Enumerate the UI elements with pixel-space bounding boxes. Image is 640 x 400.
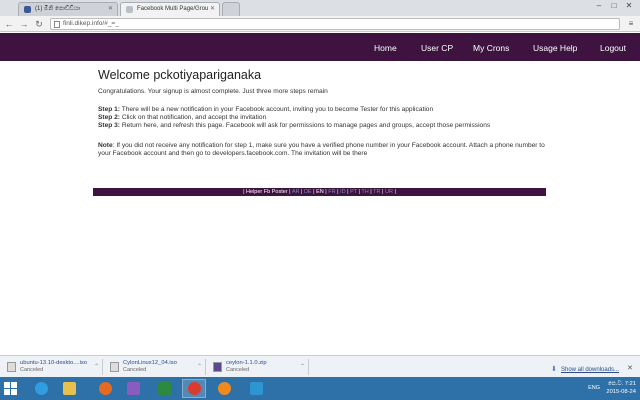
back-icon[interactable]: ← — [3, 18, 15, 30]
lang-link-en[interactable]: EN — [316, 189, 324, 195]
nav-home[interactable]: Home — [374, 43, 397, 53]
media-player-icon[interactable] — [212, 379, 236, 398]
page-icon — [54, 21, 60, 28]
maximize-icon[interactable]: □ — [607, 1, 621, 10]
zip-file-icon — [213, 362, 222, 372]
download-item[interactable]: ceylon-1.1.0.zip Canceled ⌃ — [209, 359, 309, 375]
new-tab-button[interactable] — [222, 2, 240, 16]
chevron-up-icon[interactable]: ⌃ — [94, 363, 99, 370]
step-2: Step 2: Click on that notification, and … — [98, 114, 267, 121]
nav-user-cp[interactable]: User CP — [421, 43, 453, 53]
windows-taskbar: ENG පෙ.ව. 7:21 2015-08-24 — [0, 377, 640, 400]
main-content: Welcome pckotiyapariganaka Congratulatio… — [98, 68, 548, 158]
file-icon — [110, 362, 119, 372]
input-language[interactable]: ENG — [588, 385, 600, 391]
downloads-shelf: ubuntu-13.10-deskto....iso Canceled ⌃ Cy… — [0, 355, 640, 377]
tab-inactive[interactable]: (1) මිනි පොඩ්ඩියා ✕ — [18, 2, 118, 16]
close-tab-icon[interactable]: ✕ — [210, 5, 215, 12]
url-text: finli.dikep.info/#_=_ — [63, 20, 119, 27]
chevron-up-icon[interactable]: ⌃ — [300, 363, 305, 370]
forward-icon[interactable]: → — [18, 18, 30, 30]
browser-tab-strip: (1) මිනි පොඩ්ඩියා ✕ Facebook Multi Page/… — [0, 0, 640, 16]
lang-link-th[interactable]: TH — [361, 189, 368, 195]
lang-link-de[interactable]: DE — [304, 189, 312, 195]
intro-text: Congratulations. Your signup is almost c… — [98, 88, 328, 95]
chrome-icon[interactable] — [182, 379, 206, 398]
chevron-up-icon[interactable]: ⌃ — [197, 363, 202, 370]
lang-link-fr[interactable]: FR — [328, 189, 335, 195]
download-icon: ⬇ — [551, 366, 557, 373]
lang-link-id[interactable]: ID — [340, 189, 346, 195]
windows-start-icon[interactable] — [4, 382, 17, 395]
nav-usage-help[interactable]: Usage Help — [533, 43, 577, 53]
site-nav-bar: Home User CP My Crons Usage Help Logout — [0, 33, 640, 61]
browser-toolbar: ← → ↻ finli.dikep.info/#_=_ ≡ — [0, 16, 640, 32]
app-icon[interactable] — [152, 379, 176, 398]
show-all-downloads-link[interactable]: Show all downloads... — [561, 367, 619, 373]
paint-icon[interactable] — [244, 379, 268, 398]
file-explorer-icon[interactable] — [57, 379, 81, 398]
step-3: Step 3: Return here, and refresh this pa… — [98, 122, 491, 129]
file-icon — [7, 362, 16, 372]
tab-active[interactable]: Facebook Multi Page/Grou ✕ — [120, 2, 220, 16]
close-tab-icon[interactable]: ✕ — [108, 5, 113, 12]
lang-link-ur[interactable]: UR — [385, 189, 393, 195]
close-shelf-icon[interactable]: ✕ — [627, 364, 633, 372]
lang-link-ar[interactable]: AR — [292, 189, 300, 195]
minimize-icon[interactable]: ‒ — [592, 1, 606, 10]
nav-my-crons[interactable]: My Crons — [473, 43, 509, 53]
reload-icon[interactable]: ↻ — [33, 18, 45, 30]
close-window-icon[interactable]: ✕ — [622, 1, 636, 10]
address-bar[interactable]: finli.dikep.info/#_=_ — [50, 18, 620, 30]
internet-explorer-icon[interactable] — [29, 379, 53, 398]
nav-logout[interactable]: Logout — [600, 43, 626, 53]
lang-link-pt[interactable]: PT — [350, 189, 357, 195]
visual-studio-icon[interactable] — [121, 379, 145, 398]
site-footer: | Helper Fb Poster | AR | DE | EN | FR |… — [93, 188, 546, 196]
download-item[interactable]: ubuntu-13.10-deskto....iso Canceled ⌃ — [3, 359, 103, 375]
page-title: Welcome pckotiyapariganaka — [98, 68, 262, 82]
system-clock[interactable]: පෙ.ව. 7:21 2015-08-24 — [606, 380, 636, 396]
step-1: Step 1: There will be a new notification… — [98, 106, 434, 113]
download-item[interactable]: CylonLinux12_04.iso Canceled ⌃ — [106, 359, 206, 375]
footer-title: | Helper Fb Poster | — [243, 189, 291, 195]
note-text: Note: If you did not receive any notific… — [98, 142, 545, 157]
chrome-menu-icon[interactable]: ≡ — [626, 19, 636, 28]
lang-link-tr[interactable]: TR — [373, 189, 380, 195]
facebook-favicon-icon — [24, 6, 31, 13]
page-favicon-icon — [126, 6, 133, 13]
firefox-icon[interactable] — [93, 379, 117, 398]
